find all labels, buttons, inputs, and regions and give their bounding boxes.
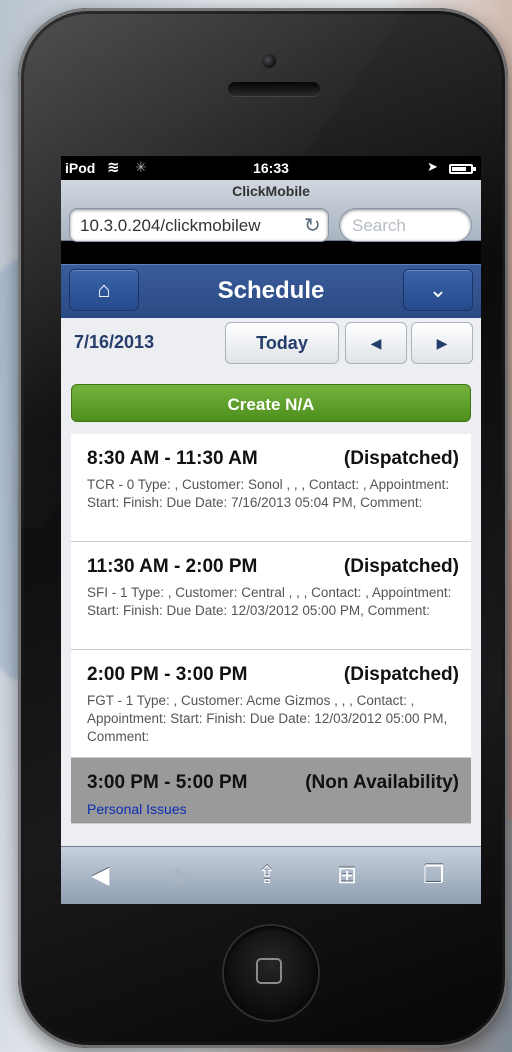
appointment-detail: FGT - 1 Type: , Customer: Acme Gizmos , … [87,693,448,744]
status-bar: iPod ≋ ✳ 16:33 ➤ [61,156,481,180]
home-square-icon [256,958,282,984]
arrow-left-icon: ◀ [370,335,382,351]
arrow-right-icon: ▶ [436,335,448,351]
menu-expand-button[interactable]: ⌄ [403,269,473,311]
reload-icon[interactable]: ↻ [304,213,321,238]
appointment-time: 8:30 AM - 11:30 AM [87,448,258,469]
status-time: 16:33 [253,160,289,176]
url-text: 10.3.0.204/clickmobilew [80,216,261,235]
non-availability-item[interactable]: 3:00 PM - 5:00 PM (Non Availability) Per… [71,758,471,824]
location-arrow-icon: ➤ [427,159,438,174]
today-button[interactable]: Today [225,322,339,364]
battery-icon [449,164,476,174]
browser-toolbar: ◀ ▶ ⇪ ⊞ ❐ [61,846,481,904]
browser-address-bar: ClickMobile 10.3.0.204/clickmobilew ↻ Se… [61,180,481,242]
appointment-item[interactable]: 11:30 AM - 2:00 PM (Dispatched) SFI - 1 … [71,542,471,650]
appointment-detail: TCR - 0 Type: , Customer: Sonol , , , Co… [87,477,450,510]
appointment-status: (Dispatched) [343,448,459,469]
appointment-time: 2:00 PM - 3:00 PM [87,664,248,685]
device-screen: iPod ≋ ✳ 16:33 ➤ ClickMobile 10.3.0.204/… [61,156,481,904]
battery-fill [452,167,466,171]
earpiece-speaker [228,82,320,96]
forward-icon[interactable]: ▶ [175,861,193,890]
double-chevron-down-icon: ⌄ [428,277,448,302]
appointment-reason: Personal Issues [87,801,187,817]
search-placeholder: Search [352,216,406,235]
wifi-icon: ≋ [107,159,120,176]
create-na-button[interactable]: Create N/A [71,384,471,422]
search-field[interactable]: Search [339,208,472,242]
appointment-status: (Dispatched) [343,556,459,577]
appointment-status: (Non Availability) [305,772,459,793]
appointment-status: (Dispatched) [343,664,459,685]
share-icon[interactable]: ⇪ [257,861,277,890]
bookmarks-icon[interactable]: ⊞ [337,861,357,890]
previous-day-button[interactable]: ◀ [345,322,407,364]
appointment-item[interactable]: 8:30 AM - 11:30 AM (Dispatched) TCR - 0 … [71,434,471,542]
page-title: ClickMobile [232,183,310,199]
create-na-label: Create N/A [227,395,315,414]
front-camera [262,54,276,68]
appointment-time: 3:00 PM - 5:00 PM [87,772,248,793]
back-icon[interactable]: ◀ [91,861,109,890]
url-field[interactable]: 10.3.0.204/clickmobilew ↻ [69,208,329,242]
current-date: 7/16/2013 [74,332,155,352]
today-label: Today [256,333,308,353]
tabs-icon[interactable]: ❐ [423,861,445,890]
appointment-item[interactable]: 2:00 PM - 3:00 PM (Dispatched) FGT - 1 T… [71,650,471,758]
home-button[interactable] [224,926,318,1020]
carrier-label: iPod [65,160,96,176]
appointment-detail: SFI - 1 Type: , Customer: Central , , , … [87,585,452,618]
activity-spinner-icon: ✳ [135,159,147,175]
schedule-content: 7/16/2013 Today ◀ ▶ Create N/A 8:30 AM -… [61,318,481,846]
app-header: ⌂ Schedule ⌄ [61,264,481,320]
next-day-button[interactable]: ▶ [411,322,473,364]
appointment-time: 11:30 AM - 2:00 PM [87,556,258,577]
